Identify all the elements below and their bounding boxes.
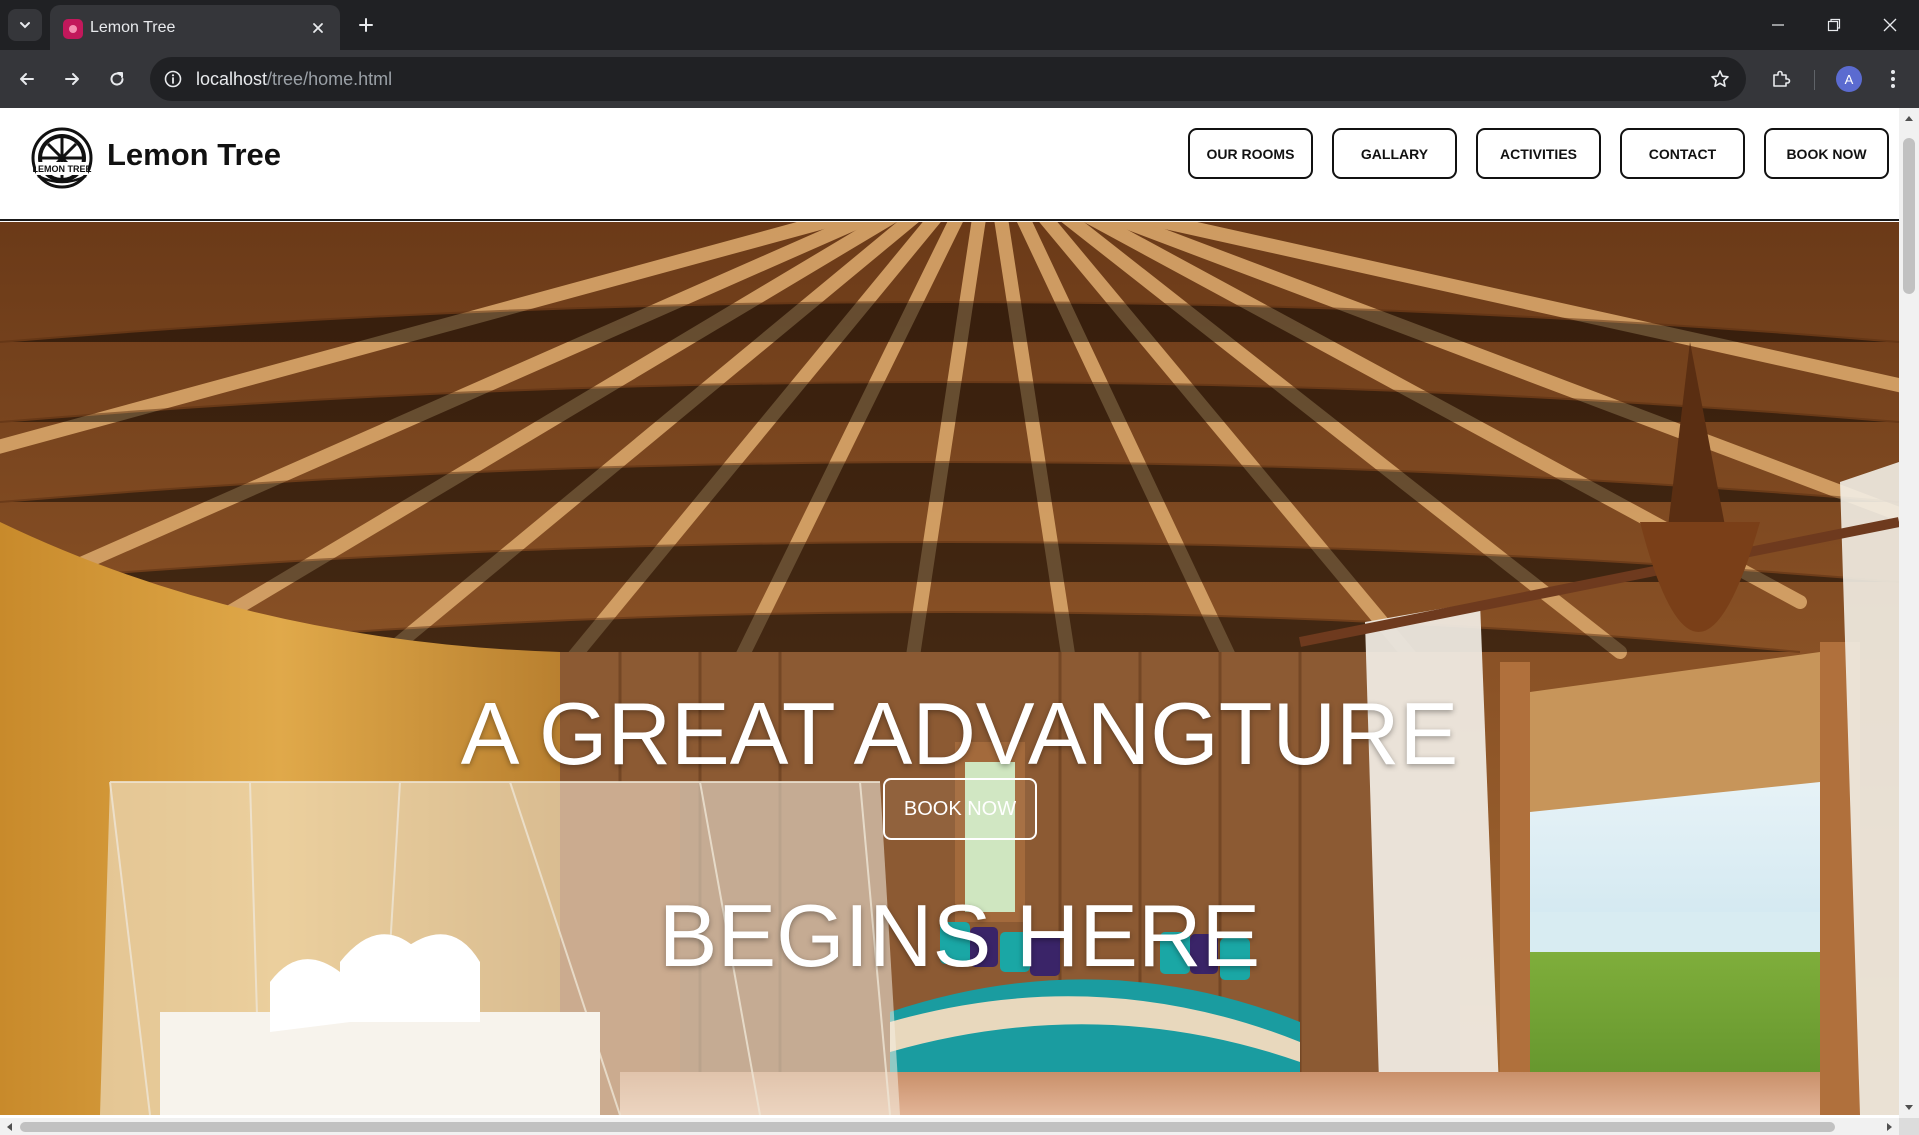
tab-strip: Lemon Tree <box>0 0 1919 50</box>
hero-section: A GREAT ADVANGTURE BEGINS HERE BOOK NOW <box>0 222 1899 1115</box>
favicon-icon <box>63 19 83 39</box>
profile-avatar[interactable]: A <box>1836 66 1862 92</box>
logo-text: LEMON TREE <box>32 164 91 174</box>
scroll-left-arrow-icon[interactable] <box>5 1122 13 1132</box>
page-viewport: LEMON TREE Lemon Tree OUR ROOMS GALLARY … <box>0 108 1919 1135</box>
back-button[interactable] <box>10 62 44 96</box>
vertical-scroll-thumb[interactable] <box>1903 138 1915 294</box>
close-window-button[interactable] <box>1862 0 1918 50</box>
close-tab-icon[interactable] <box>306 16 330 40</box>
restore-button[interactable] <box>1806 0 1862 50</box>
restore-icon <box>1827 18 1841 32</box>
scroll-right-arrow-icon[interactable] <box>1886 1122 1894 1132</box>
horizontal-scrollbar[interactable] <box>0 1118 1899 1135</box>
hero-book-now-button[interactable]: BOOK NOW <box>883 778 1037 840</box>
more-vertical-icon <box>1891 70 1895 88</box>
extensions-button[interactable] <box>1764 62 1798 96</box>
url-host: localhost <box>196 69 268 89</box>
site-header: LEMON TREE Lemon Tree OUR ROOMS GALLARY … <box>0 108 1899 221</box>
horizontal-scroll-thumb[interactable] <box>20 1122 1835 1132</box>
chevron-down-icon <box>20 22 30 29</box>
main-nav: OUR ROOMS GALLARY ACTIVITIES CONTACT BOO… <box>1188 128 1889 179</box>
tab-title: Lemon Tree <box>90 19 176 36</box>
arrow-right-icon <box>65 73 79 85</box>
nav-our-rooms-button[interactable]: OUR ROOMS <box>1188 128 1313 179</box>
hero-title-line-2: BEGINS HERE <box>658 886 1261 985</box>
new-tab-button[interactable] <box>352 11 380 39</box>
reload-button[interactable] <box>100 62 134 96</box>
lemon-tree-logo[interactable]: LEMON TREE <box>30 126 94 190</box>
nav-gallary-button[interactable]: GALLARY <box>1332 128 1457 179</box>
plus-icon <box>359 18 373 32</box>
puzzle-icon <box>1773 70 1791 87</box>
hero-title-line-1: A GREAT ADVANGTURE <box>460 684 1459 783</box>
arrow-left-icon <box>20 73 34 85</box>
minimize-button[interactable] <box>1750 0 1806 50</box>
url-text[interactable]: localhost/tree/home.html <box>196 69 392 90</box>
scroll-up-arrow-icon[interactable] <box>1904 114 1914 122</box>
close-icon <box>1883 18 1897 32</box>
bookmark-star-icon[interactable] <box>1706 65 1734 93</box>
brand-name[interactable]: Lemon Tree <box>107 137 281 173</box>
nav-activities-button[interactable]: ACTIVITIES <box>1476 128 1601 179</box>
scroll-down-arrow-icon[interactable] <box>1904 1104 1914 1112</box>
scrollbar-corner <box>1899 1118 1919 1135</box>
toolbar-divider <box>1814 70 1815 90</box>
tab-search-button[interactable] <box>8 9 42 41</box>
minimize-icon <box>1772 24 1784 26</box>
url-path: /tree/home.html <box>267 69 393 89</box>
site-info-icon[interactable] <box>160 66 186 92</box>
address-bar[interactable]: localhost/tree/home.html <box>150 57 1746 101</box>
menu-button[interactable] <box>1876 62 1910 96</box>
nav-contact-button[interactable]: CONTACT <box>1620 128 1745 179</box>
reload-icon <box>110 72 124 86</box>
browser-toolbar: localhost/tree/home.html A <box>0 50 1919 108</box>
nav-book-now-button[interactable]: BOOK NOW <box>1764 128 1889 179</box>
vertical-scrollbar[interactable] <box>1899 108 1919 1118</box>
forward-button[interactable] <box>55 62 89 96</box>
browser-tab[interactable]: Lemon Tree <box>50 5 340 50</box>
